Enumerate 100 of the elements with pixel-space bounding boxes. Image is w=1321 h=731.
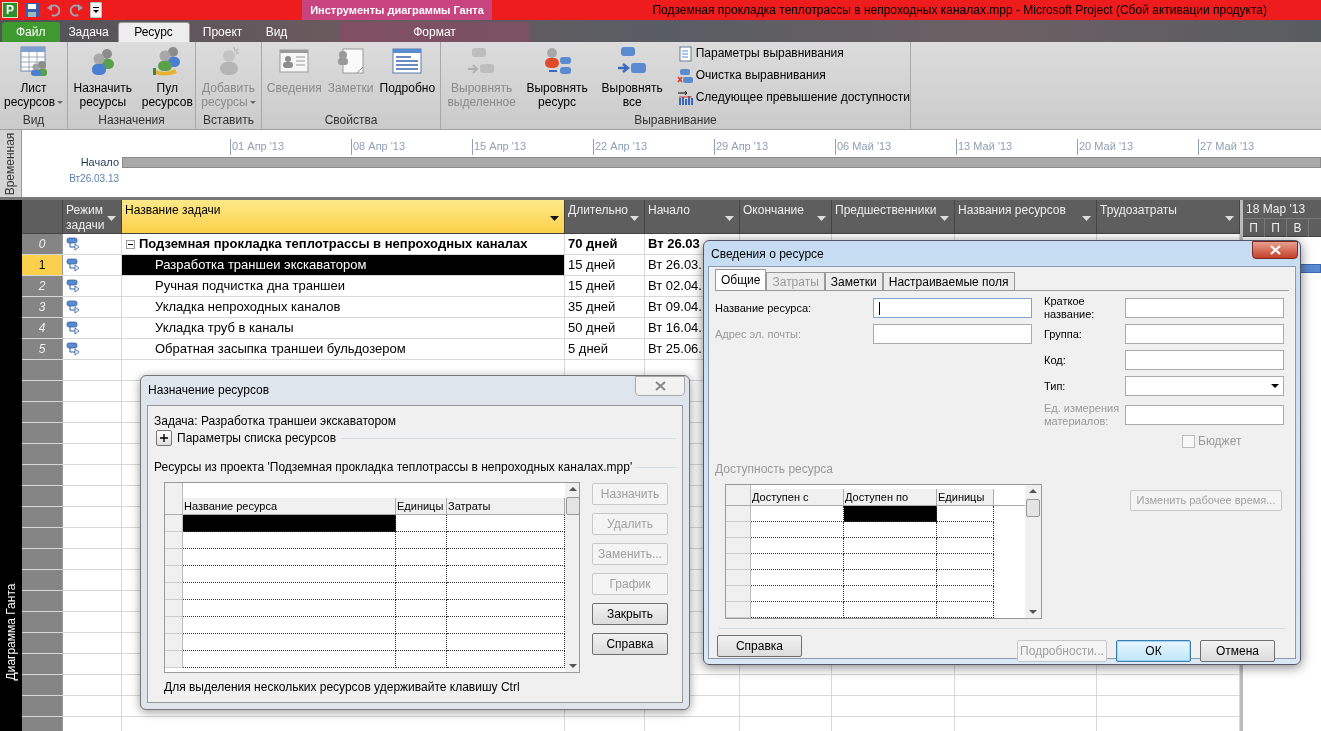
row-header[interactable] xyxy=(22,402,63,422)
table-cell[interactable] xyxy=(751,554,844,570)
ribbon-button[interactable]: Следующее превышение доступности xyxy=(676,89,910,106)
row-header[interactable] xyxy=(726,538,751,554)
selected-cell[interactable] xyxy=(844,506,937,522)
row-header[interactable] xyxy=(22,675,63,695)
dropdown-field[interactable] xyxy=(1125,376,1284,396)
row-header[interactable] xyxy=(22,507,63,527)
dialog-tab[interactable]: Настраиваемые поля xyxy=(882,272,1015,290)
table-cell[interactable] xyxy=(844,586,937,602)
task-name[interactable]: Укладка труб в каналы xyxy=(122,318,564,338)
table-cell[interactable] xyxy=(751,538,844,554)
table-cell[interactable] xyxy=(396,566,447,583)
row-header[interactable] xyxy=(165,549,183,566)
row-header[interactable] xyxy=(22,570,63,590)
table-cell[interactable] xyxy=(396,634,447,651)
row-header[interactable] xyxy=(22,381,63,401)
dialog-tab[interactable]: Заметки xyxy=(824,272,883,290)
ribbon-tab[interactable]: Проект xyxy=(189,22,256,42)
table-cell[interactable] xyxy=(396,617,447,634)
task-name[interactable]: Разработка траншеи экскаватором xyxy=(122,255,564,275)
table-cell[interactable] xyxy=(844,602,937,618)
ribbon-tab[interactable]: Задача xyxy=(59,22,118,42)
row-number[interactable]: 1 xyxy=(22,255,63,275)
table-cell[interactable] xyxy=(937,506,994,522)
row-header[interactable] xyxy=(22,612,63,632)
table-cell[interactable] xyxy=(937,602,994,618)
ribbon-tab[interactable]: Ресурс xyxy=(117,22,190,42)
table-cell[interactable] xyxy=(844,570,937,586)
text-field[interactable] xyxy=(1125,405,1284,425)
row-header[interactable] xyxy=(165,483,183,498)
column-header[interactable]: Окончание xyxy=(740,200,832,233)
row-header[interactable] xyxy=(165,498,183,514)
scroll-thumb[interactable] xyxy=(566,497,579,515)
task-name[interactable]: Обратная засыпка траншеи бульдозером xyxy=(122,339,564,359)
table-cell[interactable] xyxy=(183,634,396,651)
text-field[interactable] xyxy=(873,298,1032,318)
row-header[interactable] xyxy=(726,602,751,618)
column-header[interactable]: Начало xyxy=(645,200,740,233)
table-cell[interactable] xyxy=(396,600,447,617)
row-header[interactable] xyxy=(22,549,63,569)
table-cell[interactable] xyxy=(751,522,844,538)
task-name[interactable]: Ручная подчистка дна траншеи xyxy=(122,276,564,296)
row-header[interactable] xyxy=(22,465,63,485)
dialog-button[interactable]: Отмена xyxy=(1200,640,1275,662)
row-header[interactable] xyxy=(165,583,183,600)
column-header[interactable]: Названия ресурсов xyxy=(955,200,1097,233)
scroll-thumb[interactable] xyxy=(1026,499,1040,517)
row-header[interactable] xyxy=(726,506,751,522)
table-cell[interactable] xyxy=(396,532,447,549)
table-cell[interactable] xyxy=(751,570,844,586)
row-header[interactable] xyxy=(165,532,183,549)
column-header[interactable]: Название задачи xyxy=(122,200,565,233)
table-cell[interactable] xyxy=(844,522,937,538)
table-cell[interactable] xyxy=(396,583,447,600)
ribbon-tab[interactable]: Формат xyxy=(339,22,530,42)
table-cell[interactable] xyxy=(937,522,994,538)
row-header[interactable] xyxy=(726,570,751,586)
table-cell[interactable] xyxy=(844,554,937,570)
expand-button[interactable] xyxy=(156,430,172,446)
scrollbar[interactable] xyxy=(1025,485,1041,618)
table-cell[interactable] xyxy=(183,566,396,583)
row-header[interactable] xyxy=(22,360,63,380)
table-cell[interactable] xyxy=(183,549,396,566)
row-header[interactable] xyxy=(726,554,751,570)
row-header[interactable] xyxy=(22,591,63,611)
row-header[interactable] xyxy=(22,696,63,716)
ribbon-button[interactable]: Параметры выравнивания xyxy=(676,45,910,62)
row-header[interactable] xyxy=(165,651,183,668)
dialog-button[interactable]: Справка xyxy=(592,633,668,655)
row-header[interactable] xyxy=(22,444,63,464)
table-cell[interactable] xyxy=(183,617,396,634)
text-field[interactable] xyxy=(1125,324,1284,344)
row-header[interactable] xyxy=(22,654,63,674)
ribbon-tab[interactable]: Вид xyxy=(255,22,298,42)
table-cell[interactable] xyxy=(183,532,396,549)
table-cell[interactable] xyxy=(396,515,447,532)
table-cell[interactable] xyxy=(183,583,396,600)
row-header[interactable] xyxy=(726,522,751,538)
ribbon-button[interactable]: Подробно xyxy=(377,45,438,95)
row-header[interactable] xyxy=(22,717,63,731)
row-header[interactable] xyxy=(165,600,183,617)
row-header[interactable] xyxy=(726,489,751,505)
dialog-button[interactable]: Справка xyxy=(717,635,802,657)
dialog-button[interactable]: ОК xyxy=(1116,640,1191,662)
table-cell[interactable] xyxy=(183,600,396,617)
ribbon-button[interactable]: Пул ресурсов xyxy=(139,45,195,113)
row-header[interactable] xyxy=(165,617,183,634)
row-header[interactable] xyxy=(165,634,183,651)
text-field[interactable] xyxy=(1125,350,1284,370)
row-header[interactable] xyxy=(22,528,63,548)
table-cell[interactable] xyxy=(751,602,844,618)
close-button[interactable] xyxy=(1252,241,1298,259)
ribbon-tab[interactable]: Файл xyxy=(2,22,60,42)
row-header[interactable] xyxy=(165,515,183,532)
ribbon-button[interactable]: Выровнять ресурс xyxy=(520,45,594,109)
ribbon-button[interactable]: Назначить ресурсы xyxy=(68,45,138,109)
dialog-button[interactable]: Закрыть xyxy=(592,603,668,625)
row-header[interactable] xyxy=(165,566,183,583)
table-cell[interactable] xyxy=(844,538,937,554)
